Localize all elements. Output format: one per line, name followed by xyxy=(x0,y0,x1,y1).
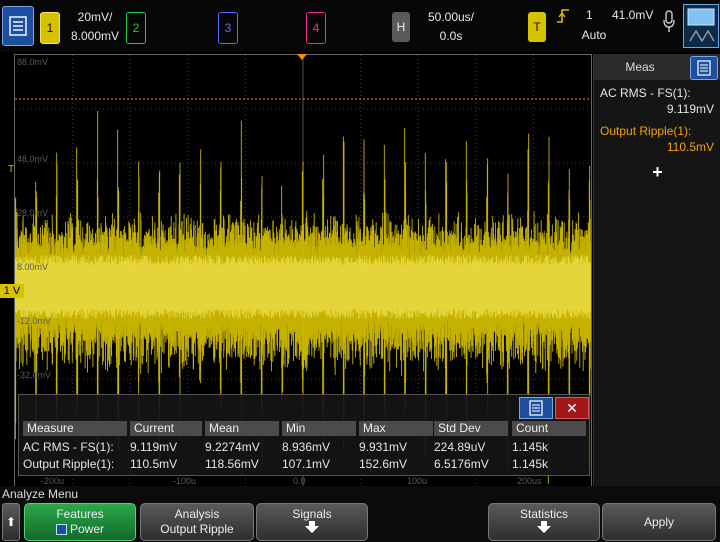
channel-3-badge[interactable]: 3 xyxy=(218,12,238,44)
softkey-label: Signals xyxy=(292,507,332,521)
apply-softkey[interactable]: Apply xyxy=(602,503,716,541)
y-tick-label: 88.0mV xyxy=(17,57,49,67)
table-cell: Output Ripple(1): xyxy=(23,457,115,471)
table-cell: 9.931mV xyxy=(359,440,408,454)
channel-4-badge[interactable]: 4 xyxy=(306,12,326,44)
column-header: Current xyxy=(130,421,202,436)
y-tick-label: 48.0mV xyxy=(17,154,49,164)
softkey-label: Analysis xyxy=(174,507,220,521)
table-cell: 9.119mV xyxy=(130,440,178,454)
measurements-sidebar: Meas AC RMS - FS(1): 9.119mV Output Ripp… xyxy=(593,54,720,486)
display-mode-icon[interactable] xyxy=(683,4,719,48)
table-menu-button[interactable] xyxy=(519,397,553,419)
down-arrow-icon xyxy=(537,521,551,533)
measurement-value: 110.5mV xyxy=(666,140,714,154)
measurement-name[interactable]: AC RMS - FS(1): xyxy=(600,86,691,100)
ground-marker-label: 1 xyxy=(3,285,10,297)
timebase-value: 50.00us/ xyxy=(427,10,475,24)
y-tick-label: -32.0mV xyxy=(17,370,52,380)
softkey-value: Output Ripple xyxy=(160,522,234,536)
measurement-value: 9.119mV xyxy=(666,102,714,116)
trigger-level-marker[interactable]: T xyxy=(8,164,14,175)
main-menu-button[interactable] xyxy=(2,6,34,46)
softkey-label: Statistics xyxy=(519,507,568,521)
x-tick-label: 100u xyxy=(407,476,428,486)
features-softkey[interactable]: Features Power xyxy=(24,503,136,541)
table-cell: 118.56mV xyxy=(205,457,259,471)
channel-1-offset: 8.000mV xyxy=(70,29,120,43)
measurement-statistics-table: ✕ Measure Current Mean Min Max Std Dev C… xyxy=(18,394,590,476)
menu-icon xyxy=(9,16,27,36)
up-arrow-icon: ⬆ xyxy=(5,515,17,529)
softkey-label: Features xyxy=(56,507,104,521)
menu-title: Analyze Menu xyxy=(2,487,79,501)
sidebar-title: Meas xyxy=(625,60,655,74)
softkey-label: Apply xyxy=(643,515,675,529)
channel-1-ground-marker[interactable]: 1 V xyxy=(0,284,24,298)
x-tick-label: -100u xyxy=(173,476,197,486)
y-tick-label: 28.0mV xyxy=(17,208,49,218)
rising-edge-icon xyxy=(557,9,569,23)
down-arrow-icon xyxy=(305,521,319,533)
column-header: Std Dev xyxy=(434,421,508,436)
sidebar-menu-button[interactable] xyxy=(690,56,718,80)
channel-1-volts-per-div: 20mV/ xyxy=(77,10,113,24)
signals-softkey[interactable]: Signals xyxy=(256,503,368,541)
trigger-position-marker[interactable] xyxy=(297,54,307,60)
table-cell: 224.89uV xyxy=(434,440,486,454)
horizontal-badge[interactable]: H xyxy=(392,12,410,42)
column-header: Measure xyxy=(23,421,127,436)
trigger-level[interactable]: 41.0mV xyxy=(612,8,653,22)
trigger-mode[interactable]: Auto xyxy=(572,28,616,42)
add-measurement-button[interactable]: + xyxy=(594,162,720,186)
channel-2-badge[interactable]: 2 xyxy=(126,12,146,44)
menu-icon xyxy=(529,400,543,416)
y-tick-label: -12.0mV xyxy=(17,316,52,326)
channel-1-scale[interactable]: 20mV/ 8.000mV xyxy=(66,8,124,46)
statistics-softkey[interactable]: Statistics xyxy=(488,503,600,541)
microphone-icon[interactable] xyxy=(662,10,676,34)
close-icon: ✕ xyxy=(566,399,578,416)
checkbox-icon xyxy=(55,524,67,536)
softkey-value: Power xyxy=(25,522,135,536)
x-tick-label: -200u xyxy=(41,476,65,486)
table-cell: 110.5mV xyxy=(130,457,178,471)
table-cell: 8.936mV xyxy=(282,440,331,454)
back-button[interactable]: ⬆ xyxy=(2,503,20,541)
measurement-name[interactable]: Output Ripple(1): xyxy=(600,124,691,138)
close-table-button[interactable]: ✕ xyxy=(555,397,589,419)
x-tick-label: 200us xyxy=(517,476,542,486)
trigger-badge[interactable]: T xyxy=(528,12,546,42)
trigger-source: 1 xyxy=(586,8,593,22)
table-cell: 1.145k xyxy=(512,440,549,454)
analysis-softkey[interactable]: Analysis Output Ripple xyxy=(140,503,254,541)
horizontal-settings[interactable]: 50.00us/ 0.0s xyxy=(416,8,486,46)
column-header: Min xyxy=(282,421,356,436)
table-cell: 107.1mV xyxy=(282,457,331,471)
channel-1-badge[interactable]: 1 xyxy=(40,12,60,44)
column-header: Count xyxy=(512,421,586,436)
features-value: Power xyxy=(69,522,104,536)
x-tick-label: 0.0 xyxy=(293,476,306,486)
table-cell: 9.2274mV xyxy=(205,440,260,454)
table-cell: AC RMS - FS(1): xyxy=(23,440,114,454)
table-cell: 1.145k xyxy=(512,457,549,471)
table-cell: 6.5176mV xyxy=(434,457,489,471)
y-tick-label: 8.00mV xyxy=(17,262,49,272)
delay-value: 0.0s xyxy=(439,29,463,43)
column-header: Mean xyxy=(205,421,279,436)
column-header: Max xyxy=(359,421,433,436)
table-cell: 152.6mV xyxy=(359,457,408,471)
menu-icon xyxy=(697,60,711,76)
